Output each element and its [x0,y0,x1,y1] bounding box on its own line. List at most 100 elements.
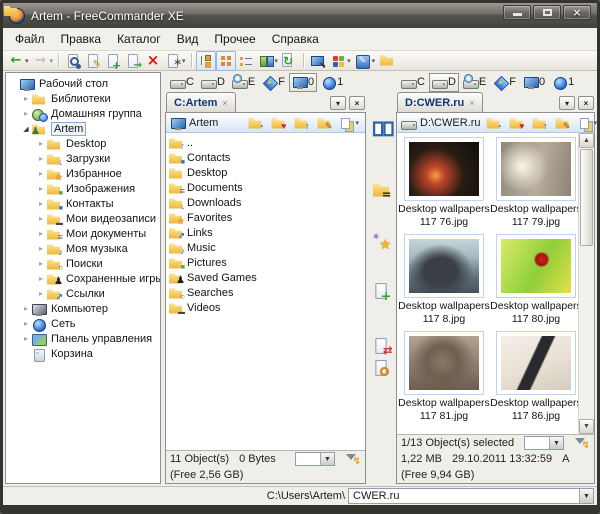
tree-item[interactable]: Сеть [6,316,160,331]
tree-item[interactable]: Избранное [6,166,160,181]
toolbar-button[interactable]: ▾ [303,53,305,68]
toolbar-button[interactable]: ▾ [63,51,83,71]
expander-icon[interactable] [21,124,31,133]
file-thumbnail[interactable]: Desktop wallpapers 117 79.jpg [490,137,578,229]
tree-item[interactable]: Библиотеки [6,91,160,106]
expander-icon[interactable] [36,229,46,238]
tree-item[interactable]: Панель управления [6,331,160,346]
filter-icon[interactable] [574,436,590,450]
path-tool-button[interactable]: ▾ [576,113,600,133]
combo-arrow-icon[interactable]: ▼ [320,453,334,465]
toolbar-button[interactable]: ▾ [328,51,353,71]
close-button[interactable]: × [563,5,591,20]
path-tool-button[interactable]: ▾ [507,113,526,133]
expander-icon[interactable] [21,319,31,328]
dropdown-caret-icon[interactable]: ▾ [25,57,29,65]
vertical-scrollbar[interactable]: ▲ ▼ [578,133,594,434]
tab-close-icon[interactable]: × [222,98,227,108]
path-tool-button[interactable]: ▾ [484,113,503,133]
file-row[interactable]: Links [168,225,363,240]
menu-item[interactable]: Правка [53,30,110,48]
tree-item[interactable]: Сохраненные игры [6,271,160,286]
dropdown-caret-icon[interactable]: ▾ [355,119,359,127]
toolbar-button[interactable]: ▾ [123,51,143,71]
folder-tab[interactable]: D:CWER.ru × [397,92,483,112]
path-tool-button[interactable]: ▾ [268,113,287,133]
tree-item[interactable]: Контакты [6,196,160,211]
toolbar-button[interactable]: ▾ [256,51,281,71]
file-row[interactable]: Documents [168,180,363,195]
tab-close-icon[interactable]: × [469,98,474,108]
toolbar-button[interactable]: ▾ [280,51,300,71]
toolbar-button[interactable]: ▾ [103,51,123,71]
drive-button[interactable]: C [398,73,428,92]
path-tool-button[interactable]: ▾ [245,113,264,133]
dropdown-caret-icon[interactable]: ▾ [182,57,186,65]
tree-item[interactable]: Корзина [6,346,160,361]
expander-icon[interactable] [21,109,31,118]
filter-combo[interactable]: ▼ [524,436,564,450]
dropdown-caret-icon[interactable]: ▾ [372,57,376,65]
path-tool-button[interactable]: ▾ [337,113,361,133]
menu-item[interactable]: Каталог [109,30,169,48]
drive-button[interactable]: E [229,73,258,92]
tree-item[interactable]: Мои документы [6,226,160,241]
drive-button[interactable]: E [460,73,489,92]
tab-bar-close-button[interactable]: × [349,96,365,110]
toolbar-button[interactable]: ▾ [31,51,56,71]
tree-item[interactable]: Поиски [6,256,160,271]
expander-icon[interactable] [36,139,46,148]
toolbar-button[interactable]: ▾ [6,51,31,71]
file-thumbnail[interactable]: Desktop wallpapers 117 76.jpg [398,137,490,229]
scroll-down-icon[interactable]: ▼ [579,419,594,434]
expander-icon[interactable] [36,289,46,298]
combo-arrow-icon[interactable]: ▼ [549,437,563,449]
dropdown-caret-icon[interactable]: ▾ [347,57,351,65]
path-tool-button[interactable]: ▾ [553,113,572,133]
title-bar[interactable]: Artem - FreeCommander XE × [3,3,597,28]
drive-button[interactable]: 0 [289,73,317,92]
maximize-button[interactable] [533,5,561,20]
command-combo[interactable]: CWER.ru ▼ [348,488,594,504]
path-tool-button[interactable]: ▾ [291,113,310,133]
tree-item[interactable]: Desktop [6,136,160,151]
path-tool-button[interactable]: ▾ [530,113,549,133]
drive-button[interactable]: F [490,73,519,92]
toolbar-button[interactable]: ▾ [163,51,188,71]
center-toolbar-button[interactable] [370,357,392,379]
minimize-button[interactable] [503,5,531,20]
toolbar-button[interactable]: ▾ [216,51,236,71]
tree-item[interactable]: Ссылки [6,286,160,301]
filter-icon[interactable] [345,452,361,466]
tab-bar-close-button[interactable]: × [578,96,594,110]
expander-icon[interactable] [21,94,31,103]
toolbar-button[interactable]: ▾ [236,51,256,71]
expander-icon[interactable] [36,259,46,268]
expander-icon[interactable] [36,184,46,193]
dropdown-caret-icon[interactable]: ▾ [275,57,279,65]
file-row[interactable]: Music [168,240,363,255]
drive-button[interactable]: D [198,73,228,92]
file-row[interactable]: Searches [168,285,363,300]
drive-button[interactable]: F [259,73,288,92]
toolbar-button[interactable]: ▾ [353,51,378,71]
file-row[interactable]: .. [168,135,363,150]
center-toolbar-button[interactable] [370,230,392,252]
file-thumbnail[interactable]: Desktop wallpapers 117 8.jpg [398,234,490,326]
drive-button[interactable]: C [167,73,197,92]
center-toolbar-button[interactable] [370,180,392,202]
center-toolbar-button[interactable] [370,280,392,302]
file-row[interactable]: Videos [168,300,363,315]
file-row[interactable]: Downloads [168,195,363,210]
toolbar-button[interactable]: ▾ [196,51,216,71]
expander-icon[interactable] [21,304,31,313]
tree-item[interactable]: Домашняя группа [6,106,160,121]
tree-item[interactable]: Artem [6,121,160,136]
drive-button[interactable]: D [429,73,459,92]
tree-item[interactable]: Моя музыка [6,241,160,256]
menu-item[interactable]: Прочее [206,30,263,48]
path-bar[interactable]: D:\CWER.ru ▾ ▾ ▾ [397,113,594,133]
toolbar-button[interactable]: ▾ [58,53,60,68]
toolbar-button[interactable]: ▾ [308,51,328,71]
toolbar-button[interactable]: ▾ [377,51,397,71]
